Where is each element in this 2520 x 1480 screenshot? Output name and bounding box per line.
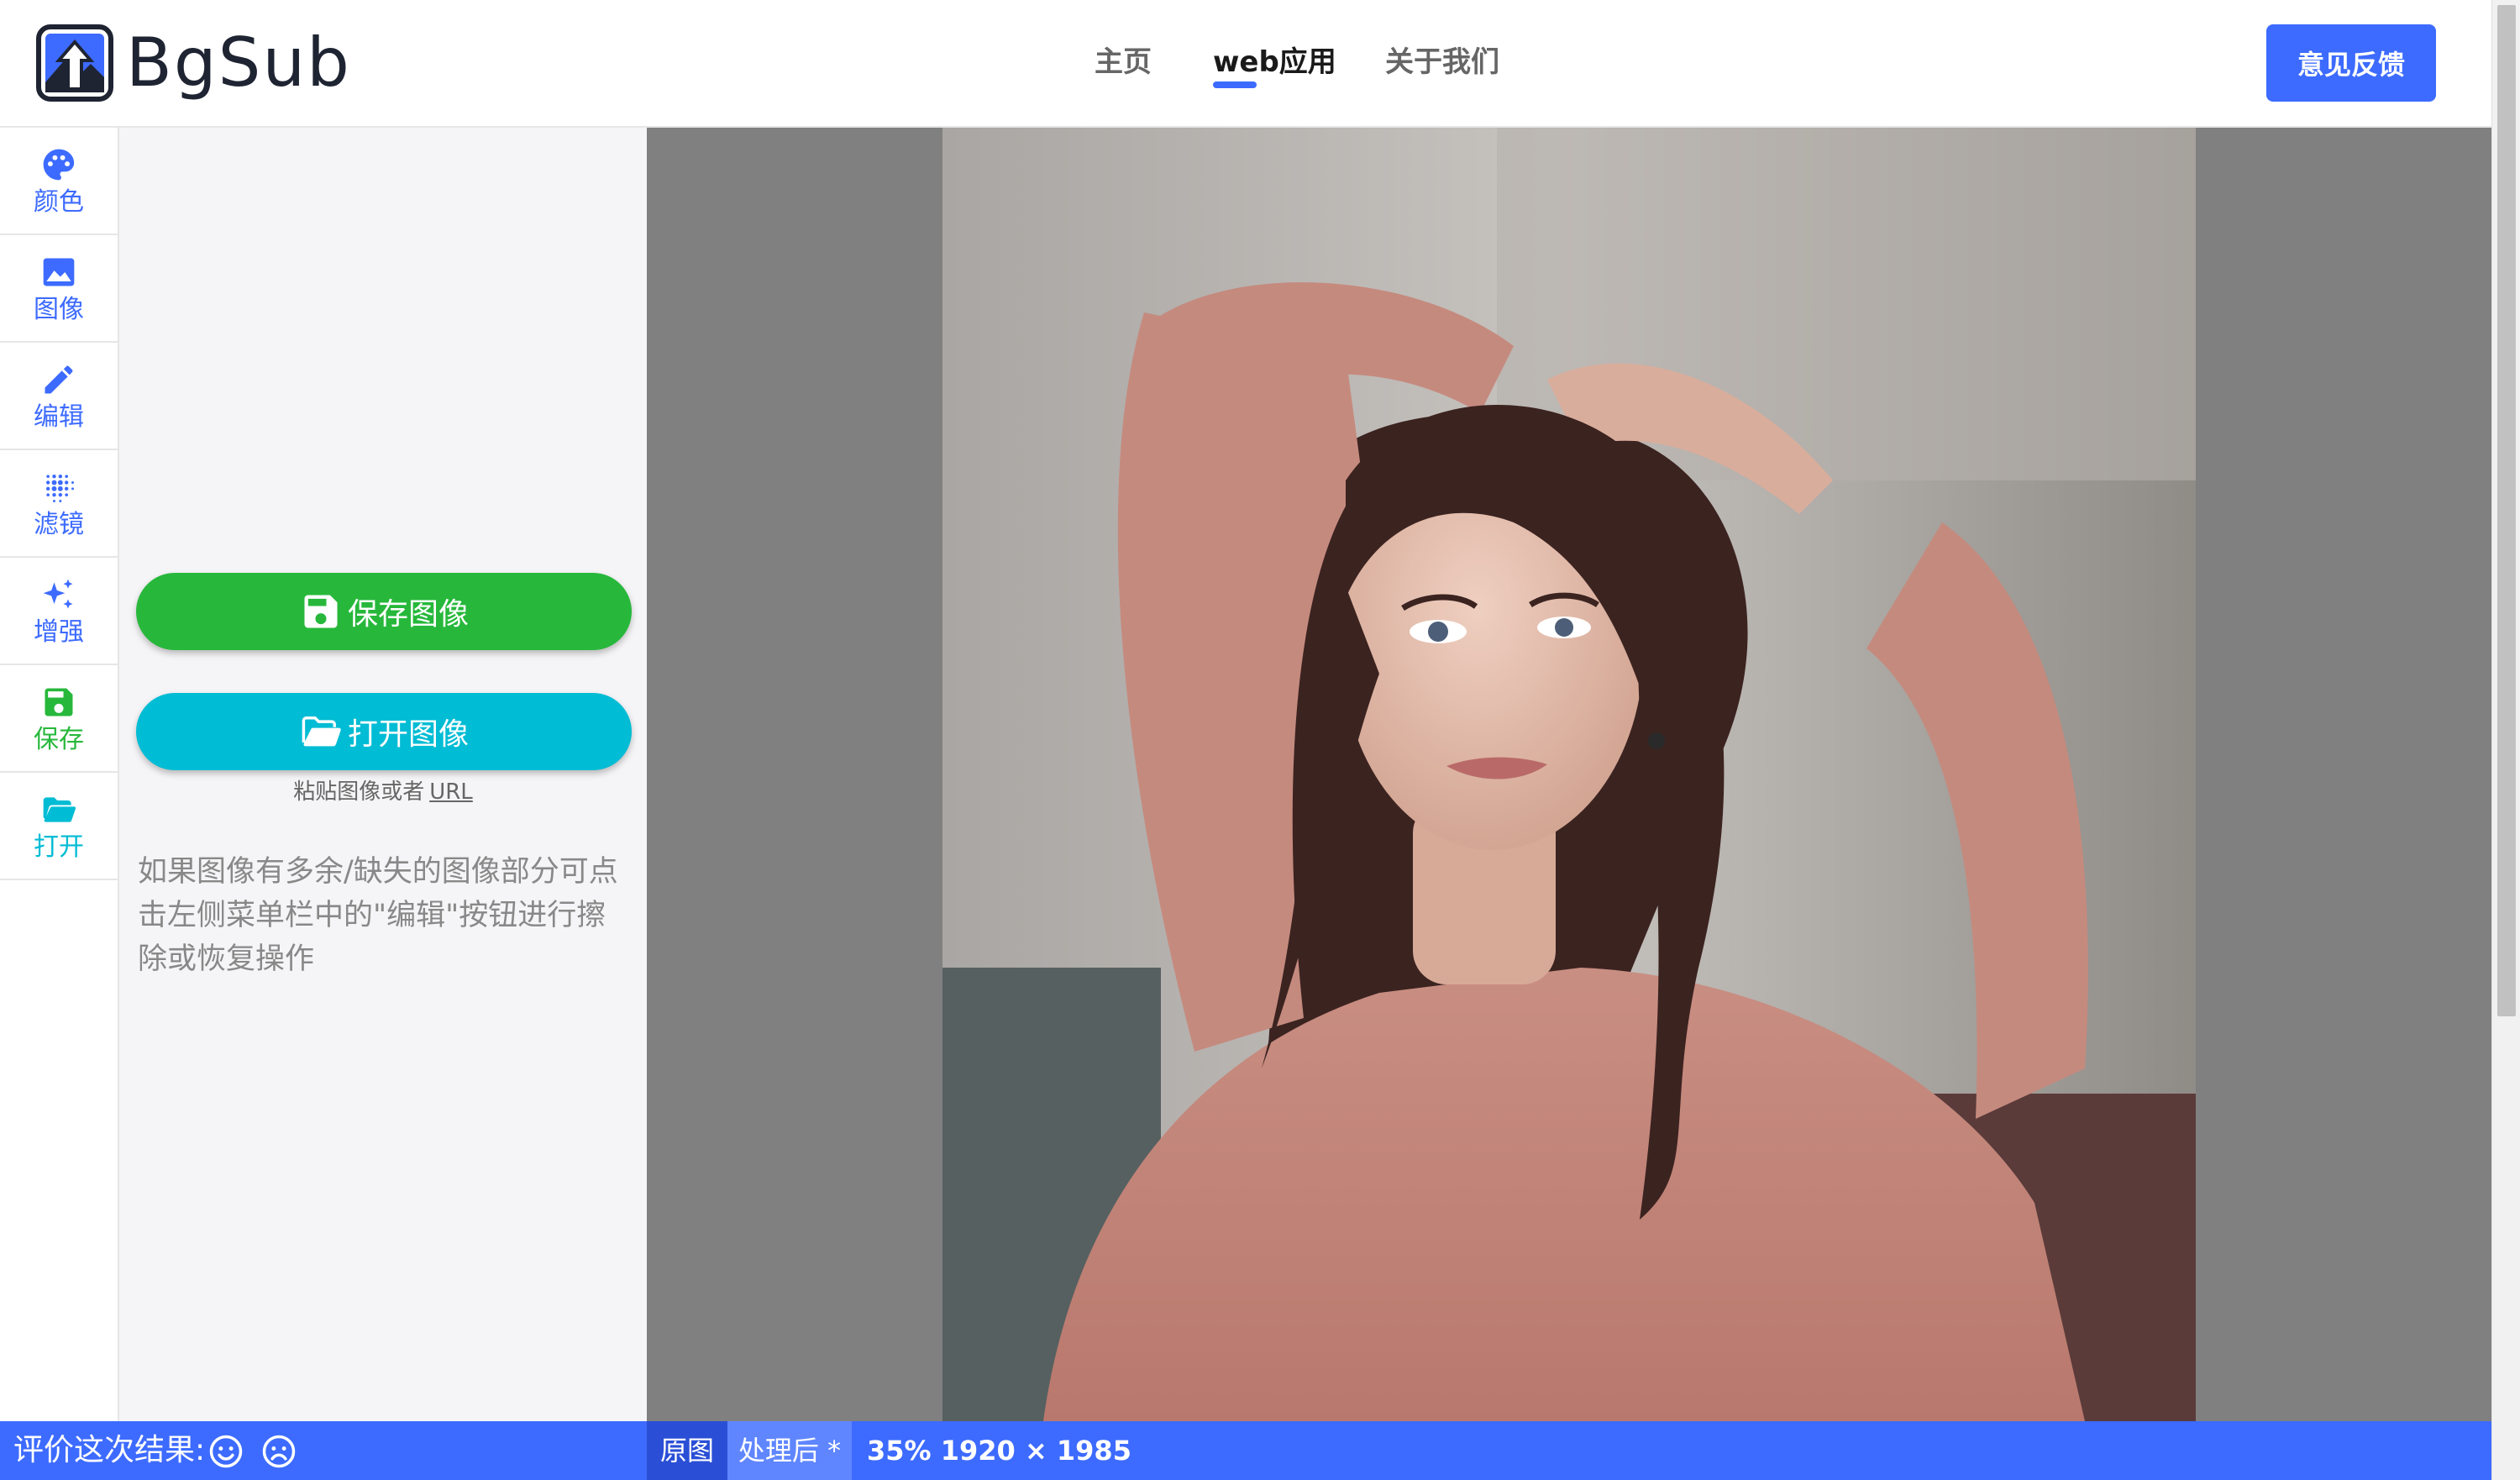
tab-processed[interactable]: 处理后 * <box>727 1421 852 1480</box>
image-icon <box>43 258 75 286</box>
page-scrollbar[interactable] <box>2491 0 2520 1480</box>
sidebar-item-enhance[interactable]: 增强 <box>0 558 118 665</box>
nav-active-indicator <box>1213 81 1257 88</box>
sidebar-item-label: 打开 <box>34 832 84 862</box>
smile-face-icon[interactable] <box>208 1434 244 1469</box>
edit-tip-text: 如果图像有多余/缺失的图像部分可点击左侧菜单栏中的"编辑"按钮进行擦除或恢复操作 <box>138 855 618 976</box>
preview-image[interactable] <box>942 128 2196 1421</box>
nav-about[interactable]: 关于我们 <box>1385 37 1499 87</box>
dots-filter-icon <box>45 474 74 502</box>
floppy-disk-icon <box>45 688 73 716</box>
feedback-button[interactable]: 意见反馈 <box>2266 24 2436 102</box>
floppy-disk-icon <box>304 595 338 628</box>
sidebar-item-color[interactable]: 颜色 <box>0 128 118 235</box>
zoom-and-size-info: 35% 1920 × 1985 <box>867 1435 1131 1467</box>
sidebar-item-image[interactable]: 图像 <box>0 235 118 343</box>
save-image-button[interactable]: 保存图像 <box>136 573 632 650</box>
sidebar-item-label: 图像 <box>34 294 84 324</box>
rate-result-label: 评价这次结果: <box>13 1433 206 1467</box>
palette-icon <box>43 149 75 180</box>
sidebar-item-label: 颜色 <box>34 186 84 217</box>
sidebar-item-open[interactable]: 打开 <box>0 773 118 880</box>
sparkle-icon <box>43 579 73 608</box>
sidebar-item-save[interactable]: 保存 <box>0 665 118 773</box>
sidebar-item-label: 保存 <box>34 724 84 754</box>
sidebar-item-filter[interactable]: 滤镜 <box>0 450 118 558</box>
frown-face-icon[interactable] <box>261 1434 297 1469</box>
folder-open-icon <box>302 716 341 747</box>
logo-icon <box>36 24 113 102</box>
nav-web-app[interactable]: web应用 <box>1213 37 1336 87</box>
paste-hint-text: 粘贴图像或者 <box>293 779 425 805</box>
sidebar-item-label: 增强 <box>34 617 84 647</box>
paste-url-link[interactable]: URL <box>429 779 473 805</box>
portrait-photo <box>942 128 2196 1421</box>
bottom-status-bar: 评价这次结果: 原图 处理后 * 35% 1920 × 1985 <box>0 1421 2491 1480</box>
scrollbar-thumb[interactable] <box>2497 5 2516 1016</box>
sidebar-item-label: 编辑 <box>34 401 84 432</box>
sidebar-item-label: 滤镜 <box>34 509 84 539</box>
pencil-icon <box>45 365 73 393</box>
top-header: BgSub 主页 web应用 关于我们 意见反馈 <box>0 0 2491 128</box>
tab-original[interactable]: 原图 <box>647 1421 727 1480</box>
tool-panel: 保存图像 打开图像 粘贴图像或者 URL 如果图像有多余/缺失的图像部分可点击左侧… <box>119 128 647 1421</box>
nav-home[interactable]: 主页 <box>1095 37 1152 87</box>
folder-open-icon <box>43 796 76 822</box>
logo[interactable]: BgSub <box>35 24 351 102</box>
save-image-label: 保存图像 <box>347 597 469 632</box>
tool-sidebar: 颜色 图像 编辑 滤镜 增强 保存 打开 <box>0 128 119 1421</box>
logo-text: BgSub <box>126 24 351 102</box>
open-image-button[interactable]: 打开图像 <box>136 693 632 770</box>
image-canvas[interactable] <box>647 128 2491 1421</box>
paste-hint: 粘贴图像或者 URL <box>119 774 647 806</box>
open-image-label: 打开图像 <box>347 717 469 752</box>
sidebar-item-edit[interactable]: 编辑 <box>0 343 118 450</box>
